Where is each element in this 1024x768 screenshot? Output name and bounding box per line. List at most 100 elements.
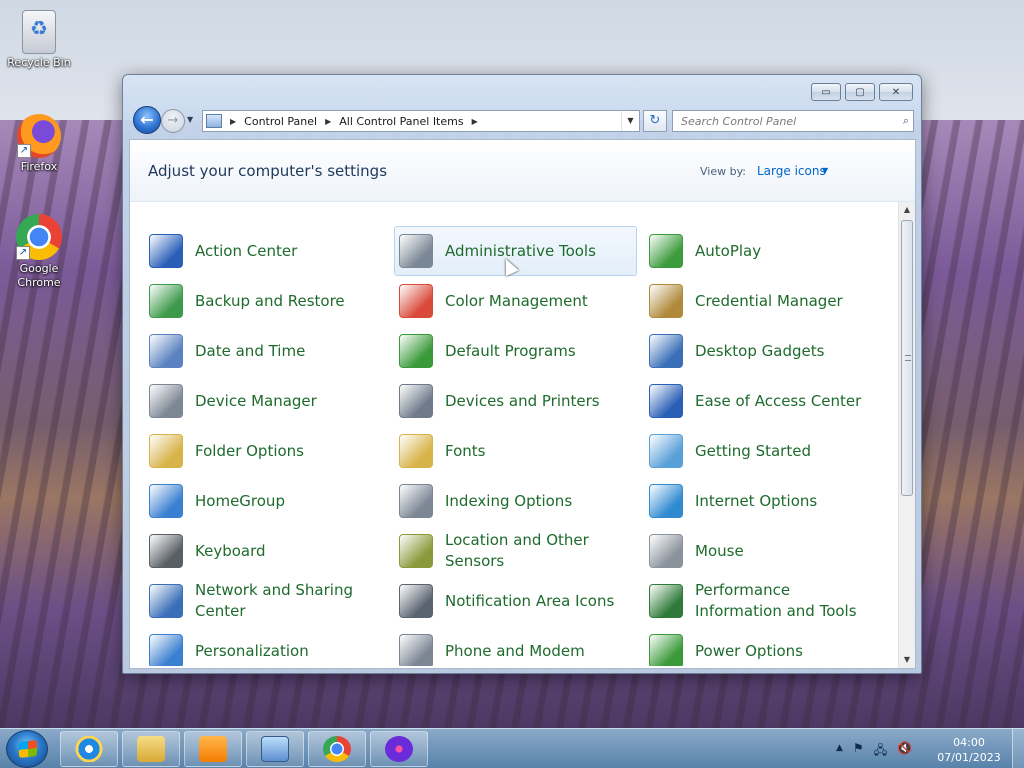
- start-button[interactable]: [6, 730, 48, 768]
- minimize-button[interactable]: ▭: [811, 83, 841, 101]
- control-panel-item[interactable]: Device Manager: [144, 376, 387, 426]
- taskbar-app[interactable]: [370, 731, 428, 767]
- taskbar-control-panel[interactable]: [246, 731, 304, 767]
- control-panel-item[interactable]: Keyboard: [144, 526, 387, 576]
- control-panel-item[interactable]: Date and Time: [144, 326, 387, 376]
- control-panel-item-label: AutoPlay: [695, 241, 762, 260]
- control-panel-item-label: Action Center: [195, 241, 298, 260]
- control-panel-item[interactable]: Color Management: [394, 276, 637, 326]
- vertical-scrollbar[interactable]: ▲ ▼: [898, 202, 915, 668]
- desktop-icon-chrome[interactable]: ↗ Google Chrome: [3, 214, 75, 290]
- control-panel-item[interactable]: Performance Information and Tools: [644, 576, 887, 626]
- control-panel-item[interactable]: AutoPlay: [644, 226, 887, 276]
- homegroup-icon: [149, 484, 183, 518]
- control-panel-item-label: Credential Manager: [695, 291, 843, 310]
- close-button[interactable]: ✕: [879, 83, 913, 101]
- taskbar-chrome[interactable]: [308, 731, 366, 767]
- indexing-icon: [399, 484, 433, 518]
- device-manager-icon: [149, 384, 183, 418]
- control-panel-item[interactable]: Phone and Modem: [394, 626, 637, 666]
- control-panel-item[interactable]: Internet Options: [644, 476, 887, 526]
- forward-button[interactable]: →: [161, 109, 185, 133]
- navigation-bar: ← → ▼ ▶ Control Panel ▶ All Control Pane…: [131, 105, 915, 135]
- control-panel-item[interactable]: Folder Options: [144, 426, 387, 476]
- taskbar-internet-explorer[interactable]: [60, 731, 118, 767]
- power-icon: [649, 634, 683, 666]
- refresh-button[interactable]: ↻: [643, 110, 667, 132]
- control-panel-window: ▭ ▢ ✕ ← → ▼ ▶ Control Panel ▶ All Contro…: [122, 74, 922, 674]
- taskbar-media-player[interactable]: [184, 731, 242, 767]
- control-panel-item-label: Default Programs: [445, 341, 576, 360]
- address-bar[interactable]: ▶ Control Panel ▶ All Control Panel Item…: [202, 110, 640, 132]
- control-panel-item[interactable]: Devices and Printers: [394, 376, 637, 426]
- taskbar-clock[interactable]: 04:00 07/01/2023: [934, 735, 1004, 765]
- breadcrumb-separator[interactable]: ▶: [230, 117, 236, 126]
- chevron-down-icon[interactable]: ▼: [822, 166, 828, 175]
- control-panel-item[interactable]: Personalization: [144, 626, 387, 666]
- control-panel-icon: [206, 114, 222, 128]
- default-programs-icon: [399, 334, 433, 368]
- shortcut-arrow-icon: ↗: [16, 246, 30, 260]
- control-panel-item[interactable]: Power Options: [644, 626, 887, 666]
- control-panel-item-label: Location and Other Sensors: [445, 531, 589, 570]
- folder-icon: [149, 434, 183, 468]
- control-panel-item[interactable]: Credential Manager: [644, 276, 887, 326]
- network-icon: [149, 584, 183, 618]
- view-by-label: View by:: [700, 165, 746, 178]
- control-panel-item[interactable]: Backup and Restore: [144, 276, 387, 326]
- control-panel-item-label: Mouse: [695, 541, 744, 560]
- control-panel-item[interactable]: Ease of Access Center: [644, 376, 887, 426]
- control-panel-item[interactable]: Fonts: [394, 426, 637, 476]
- network-icon[interactable]: 🖧: [874, 741, 887, 762]
- control-panel-item-label: Power Options: [695, 641, 803, 660]
- autoplay-icon: [649, 234, 683, 268]
- clock-time: 04:00: [953, 736, 985, 749]
- sensors-icon: [399, 534, 433, 568]
- control-panel-item[interactable]: Action Center: [144, 226, 387, 276]
- recent-pages-button[interactable]: ▼: [187, 115, 197, 125]
- control-panel-item-label: Administrative Tools: [445, 241, 596, 260]
- show-hidden-icons-button[interactable]: ▲: [836, 743, 843, 762]
- getting-started-icon: [649, 434, 683, 468]
- show-desktop-button[interactable]: [1012, 729, 1024, 768]
- action-center-flag-icon[interactable]: ⚑: [853, 741, 864, 762]
- recycle-bin-icon: [22, 10, 56, 54]
- control-panel-item[interactable]: HomeGroup: [144, 476, 387, 526]
- control-panel-item[interactable]: Notification Area Icons: [394, 576, 637, 626]
- phone-icon: [399, 634, 433, 666]
- app-icon: [385, 736, 413, 762]
- desktop-icon-firefox[interactable]: ↗ Firefox: [3, 114, 75, 174]
- breadcrumb-separator[interactable]: ▶: [325, 117, 331, 126]
- chrome-icon: [323, 736, 351, 762]
- control-panel-item[interactable]: Desktop Gadgets: [644, 326, 887, 376]
- scroll-down-button[interactable]: ▼: [899, 652, 915, 668]
- control-panel-item-label: Date and Time: [195, 341, 306, 360]
- search-icon[interactable]: ⌕: [903, 114, 909, 128]
- back-button[interactable]: ←: [133, 106, 161, 134]
- control-panel-item[interactable]: Indexing Options: [394, 476, 637, 526]
- control-panel-item[interactable]: Default Programs: [394, 326, 637, 376]
- control-panel-item[interactable]: Getting Started: [644, 426, 887, 476]
- address-dropdown-button[interactable]: ▼: [621, 111, 639, 131]
- search-input[interactable]: Search Control Panel ⌕: [672, 110, 914, 132]
- taskbar-explorer[interactable]: [122, 731, 180, 767]
- control-panel-item-label: Color Management: [445, 291, 588, 310]
- breadcrumb-control-panel[interactable]: Control Panel: [244, 115, 317, 128]
- breadcrumb-separator[interactable]: ▶: [472, 117, 478, 126]
- scroll-up-button[interactable]: ▲: [899, 202, 915, 218]
- credential-icon: [649, 284, 683, 318]
- control-panel-item[interactable]: Mouse: [644, 526, 887, 576]
- view-by-dropdown[interactable]: Large icons: [757, 164, 826, 178]
- taskbar: ▲ ⚑ 🖧 🔇 04:00 07/01/2023: [0, 728, 1024, 768]
- maximize-button[interactable]: ▢: [845, 83, 875, 101]
- control-panel-item-label: Indexing Options: [445, 491, 573, 510]
- breadcrumb-all-items[interactable]: All Control Panel Items: [339, 115, 463, 128]
- volume-muted-icon[interactable]: 🔇: [897, 741, 912, 762]
- content-header: Adjust your computer's settings View by:…: [130, 140, 915, 202]
- desktop-icon-recycle-bin[interactable]: Recycle Bin: [3, 8, 75, 70]
- control-panel-item[interactable]: Location and Other Sensors: [394, 526, 637, 576]
- control-panel-item[interactable]: Network and Sharing Center: [144, 576, 387, 626]
- scroll-thumb[interactable]: [901, 220, 913, 496]
- printer-icon: [399, 384, 433, 418]
- control-panel-item-label: Internet Options: [695, 491, 818, 510]
